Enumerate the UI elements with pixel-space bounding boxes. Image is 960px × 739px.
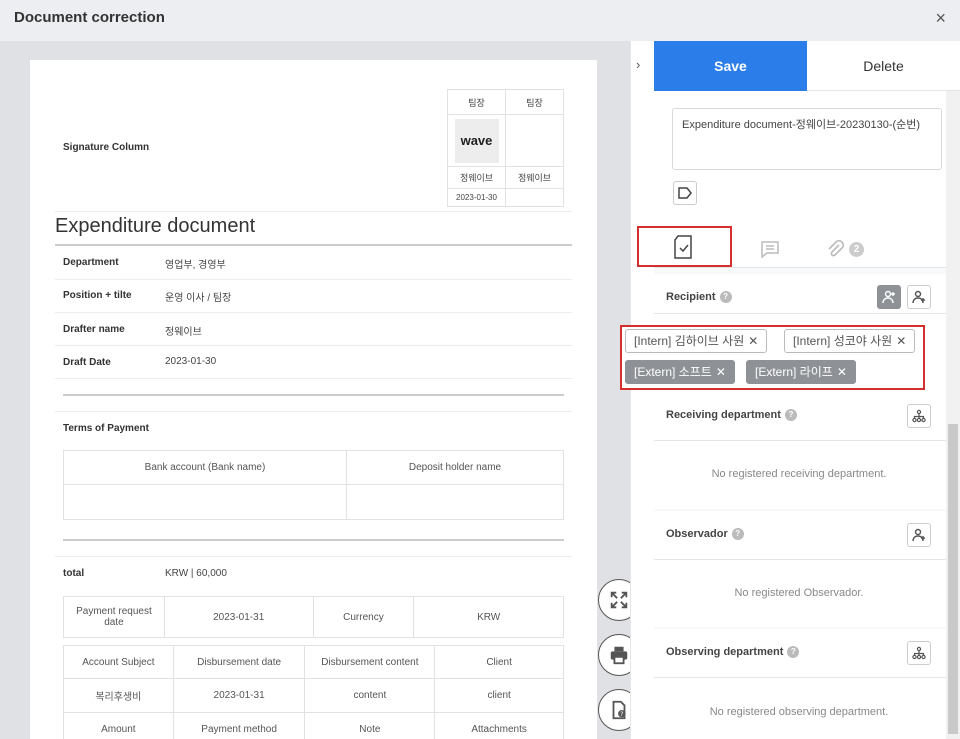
signature-table: 팀장 팀장 wave 정웨이브 정웨이브 2023-01-30 xyxy=(447,89,564,207)
org-chart-icon[interactable] xyxy=(907,641,931,665)
total-value: KRW | 60,000 xyxy=(165,568,227,579)
svg-text:?: ? xyxy=(620,710,623,718)
remove-tag-icon[interactable]: ✕ xyxy=(837,365,847,379)
field-value: 운영 이사 / 팀장 xyxy=(165,293,232,304)
org-chart-icon[interactable] xyxy=(907,404,931,428)
document-name-field[interactable]: Expenditure document-정웨이브-20230130-(순번) xyxy=(672,108,942,170)
receiving-department-label: Receiving department? xyxy=(666,409,797,422)
add-person-icon[interactable] xyxy=(877,285,901,309)
scrollbar-thumb[interactable] xyxy=(948,424,958,734)
recipient-tag[interactable]: [Extern] 소프트 ✕ xyxy=(625,360,735,384)
recipient-label: Recipient? xyxy=(666,291,732,304)
payment-cell: KRW xyxy=(413,596,564,638)
observing-empty-text: No registered observing department. xyxy=(709,706,889,718)
sig-date: 2023-01-30 xyxy=(447,188,506,207)
payment-cell: Payment request date xyxy=(63,596,165,638)
field-label: Draft Date xyxy=(63,357,111,368)
payment-table: Payment request date 2023-01-31 Currency… xyxy=(63,596,564,638)
account-cell: 2023-01-31 xyxy=(172,678,306,713)
account-header: Client xyxy=(434,645,564,679)
help-icon[interactable]: ? xyxy=(787,646,800,659)
account-cell: 복리후생비 xyxy=(63,678,174,713)
amount-header: Note xyxy=(304,712,436,739)
amount-header: Payment method xyxy=(172,712,306,739)
sig-name: 정웨이브 xyxy=(447,166,506,189)
amount-header: Amount xyxy=(63,712,174,739)
save-button[interactable]: Save xyxy=(654,41,807,91)
terms-label: Terms of Payment xyxy=(63,423,149,434)
observador-label: Observador? xyxy=(666,528,744,541)
observador-empty-text: No registered Observador. xyxy=(734,587,864,599)
account-cell: content xyxy=(304,678,436,713)
collapse-panel-chevron-icon[interactable]: › xyxy=(636,57,640,72)
bank-table: Bank account (Bank name) Deposit holder n… xyxy=(63,450,565,520)
account-cell: client xyxy=(434,678,564,713)
panel-scrollbar[interactable] xyxy=(946,91,960,739)
signature-label: Signature Column xyxy=(63,142,150,153)
payment-cell: 2023-01-31 xyxy=(163,596,314,638)
account-header: Disbursement date xyxy=(172,645,306,679)
field-value: 영업부, 경영부 xyxy=(165,260,226,271)
wave-logo: wave xyxy=(454,118,499,163)
remove-tag-icon[interactable]: ✕ xyxy=(716,365,726,379)
total-label: total xyxy=(63,568,85,579)
recipient-tag[interactable]: [Extern] 라이프 ✕ xyxy=(746,360,856,384)
field-label: Department xyxy=(63,257,119,268)
field-label: Drafter name xyxy=(63,324,125,335)
help-icon[interactable]: ? xyxy=(784,409,797,422)
window-title: Document correction xyxy=(14,9,165,26)
panel-collapse-strip xyxy=(630,41,654,739)
receiving-empty-text: No registered receiving department. xyxy=(711,468,887,480)
sig-name: 정웨이브 xyxy=(505,166,564,189)
active-tab-highlight xyxy=(637,226,732,267)
attachment-count-badge: 2 xyxy=(849,242,864,257)
remove-tag-icon[interactable]: ✕ xyxy=(896,334,906,348)
attachment-tab-icon[interactable] xyxy=(826,239,845,263)
tag-label-icon[interactable] xyxy=(673,181,697,205)
account-header: Account Subject xyxy=(63,645,174,679)
amount-header: Attachments xyxy=(434,712,564,739)
close-icon[interactable]: × xyxy=(935,8,946,29)
recipient-tag[interactable]: [Intern] 김하이브 사원 ✕ xyxy=(625,329,768,353)
bank-header: Bank account (Bank name) xyxy=(63,450,347,485)
help-icon[interactable]: ? xyxy=(719,291,732,304)
account-header: Disbursement content xyxy=(304,645,436,679)
add-observador-icon[interactable] xyxy=(907,523,931,547)
field-label: Position + tilte xyxy=(63,290,132,301)
help-icon[interactable]: ? xyxy=(731,528,744,541)
sig-header: 팀장 xyxy=(447,89,506,115)
sig-header: 팀장 xyxy=(505,89,564,115)
remove-tag-icon[interactable]: ✕ xyxy=(748,334,758,348)
account-table: Account Subject Disbursement date Disbur… xyxy=(63,645,564,739)
recipient-tag[interactable]: [Intern] 성코야 사원 ✕ xyxy=(784,329,916,353)
window-titlebar: Document correction × xyxy=(0,0,960,41)
bank-header: Deposit holder name xyxy=(345,450,565,485)
field-value: 정웨이브 xyxy=(165,327,202,338)
payment-cell: Currency xyxy=(312,596,415,638)
field-value: 2023-01-30 xyxy=(165,356,217,367)
comment-tab-icon[interactable] xyxy=(760,240,780,263)
delete-button[interactable]: Delete xyxy=(807,41,960,91)
document-title: Expenditure document xyxy=(55,215,256,237)
observing-department-label: Observing department? xyxy=(666,646,800,659)
add-recipient-icon[interactable] xyxy=(907,285,931,309)
sig-date xyxy=(505,188,564,207)
